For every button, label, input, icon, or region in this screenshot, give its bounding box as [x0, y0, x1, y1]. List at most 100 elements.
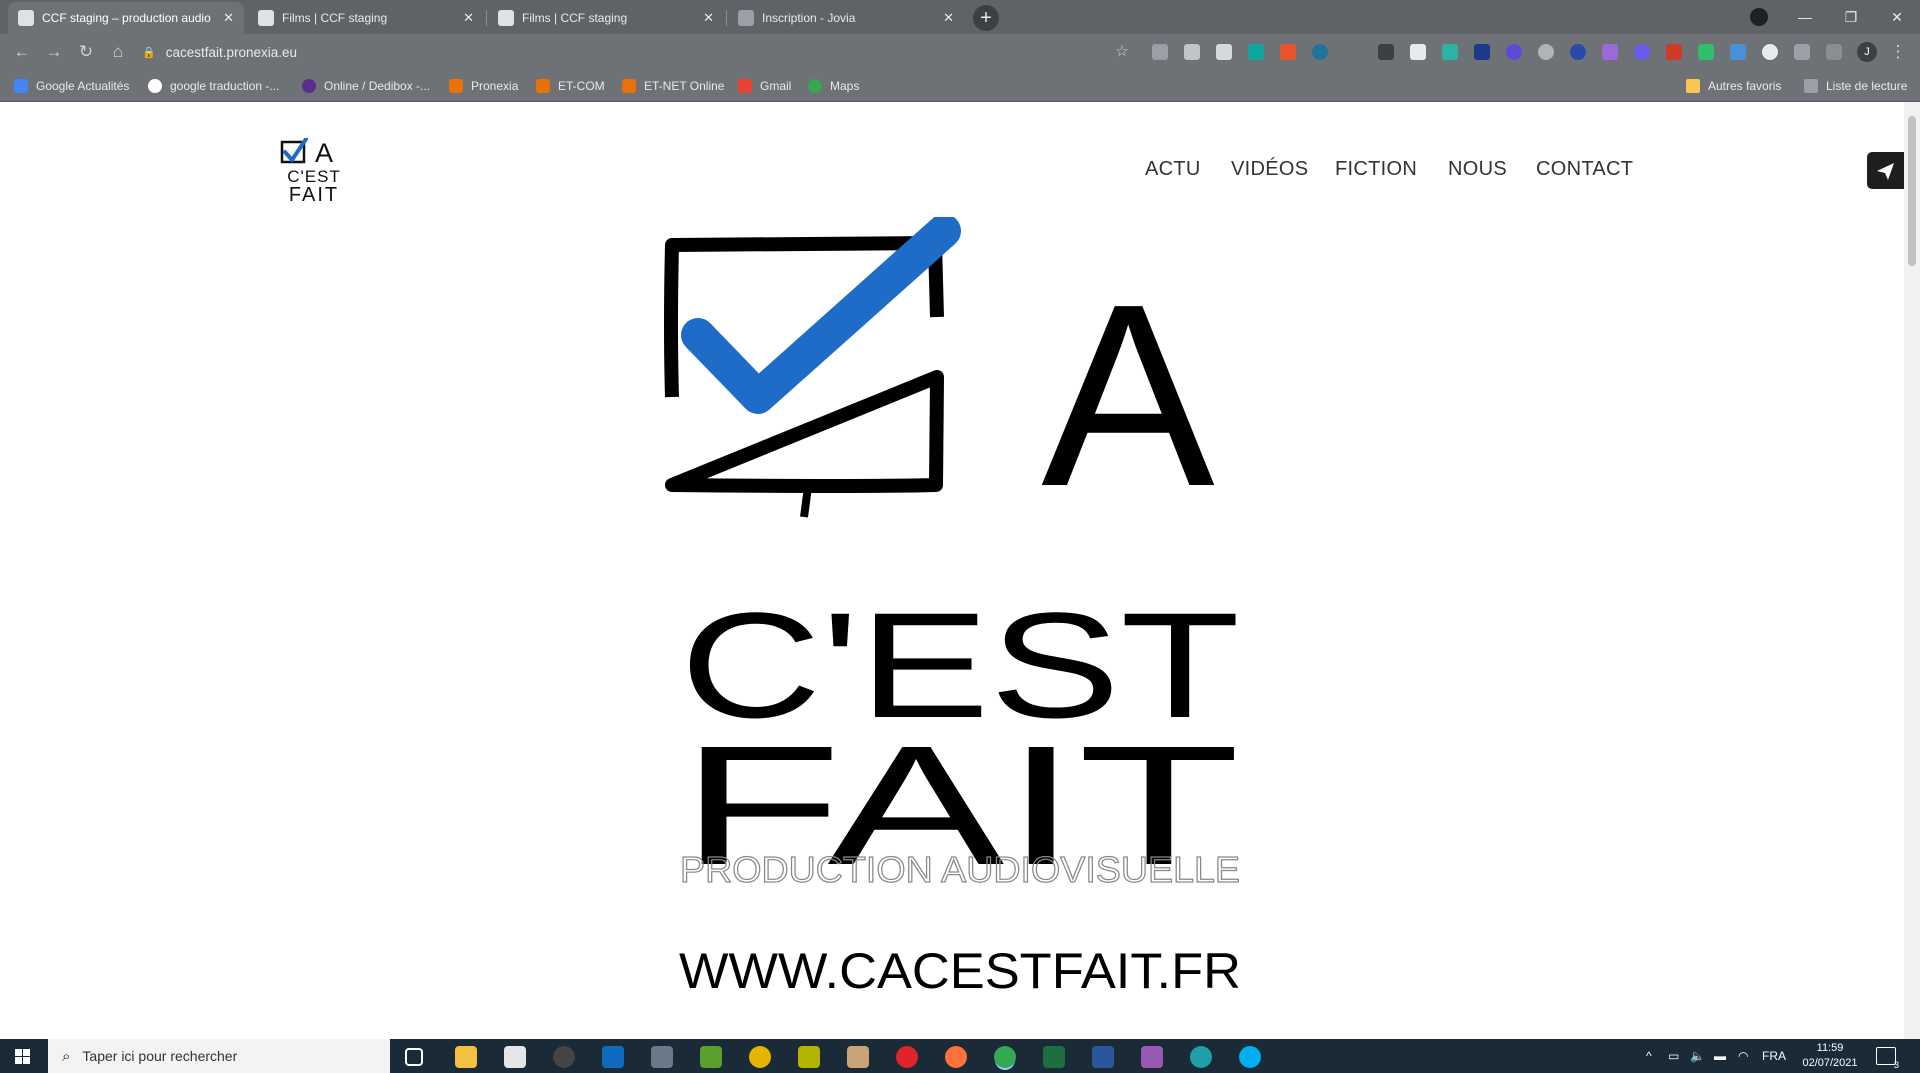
excel-icon[interactable] — [1043, 1046, 1065, 1068]
hero-tagline: PRODUCTION AUDIOVISUELLE — [680, 849, 1240, 890]
bookmark-et-com[interactable]: ET-COM — [536, 70, 605, 102]
nav-fiction[interactable]: FICTION — [1335, 158, 1417, 181]
profile-avatar[interactable]: J — [1857, 42, 1877, 62]
notepad-icon[interactable] — [700, 1046, 722, 1068]
task-view-icon[interactable] — [405, 1048, 423, 1066]
extension-icon[interactable] — [1216, 44, 1232, 60]
close-icon[interactable]: ✕ — [223, 10, 234, 26]
bookmark-label: Gmail — [760, 79, 792, 93]
close-icon[interactable]: ✕ — [943, 10, 954, 26]
tab-separator — [726, 10, 727, 26]
puzzle-icon[interactable] — [1794, 44, 1810, 60]
windows-start-icon[interactable] — [0, 1039, 46, 1073]
app-icon[interactable] — [1141, 1046, 1163, 1068]
bookmark-gmail[interactable]: Gmail — [738, 70, 791, 102]
new-tab-button[interactable]: + — [973, 5, 999, 31]
restore-icon[interactable]: ❐ — [1828, 3, 1874, 31]
home-icon[interactable]: ⌂ — [106, 40, 130, 64]
menu-kebab-icon[interactable]: ⋮ — [1886, 40, 1910, 64]
extension-icon[interactable] — [1762, 44, 1778, 60]
extension-icon[interactable] — [1570, 44, 1586, 60]
app-icon[interactable] — [553, 1046, 575, 1068]
bookmark-maps[interactable]: Maps — [808, 70, 859, 102]
other-bookmarks-folder[interactable]: Autres favoris — [1686, 70, 1781, 102]
site-favicon-icon — [258, 10, 274, 26]
bookmark-et-net-online[interactable]: ET-NET Online — [622, 70, 724, 102]
forward-icon[interactable]: → — [42, 40, 66, 64]
send-button[interactable] — [1867, 152, 1904, 189]
close-icon[interactable]: ✕ — [703, 10, 714, 26]
app-icon[interactable] — [847, 1046, 869, 1068]
skype-icon[interactable] — [1239, 1046, 1261, 1068]
search-icon: ⌕ — [62, 1047, 71, 1065]
word-icon[interactable] — [1092, 1046, 1114, 1068]
extension-icon[interactable] — [1442, 44, 1458, 60]
tab-ccf-staging[interactable]: CCF staging – production audio ✕ — [8, 2, 244, 34]
extension-icon[interactable] — [1410, 44, 1426, 60]
opera-icon[interactable] — [896, 1046, 918, 1068]
bookmark-label: Pronexia — [471, 79, 519, 93]
reading-list[interactable]: Liste de lecture — [1804, 70, 1907, 102]
bookmark-google-actualites[interactable]: Google Actualités — [14, 70, 129, 102]
extension-icon[interactable] — [1538, 44, 1554, 60]
bookmark-google-traduction[interactable]: google traduction -... — [148, 70, 279, 102]
extension-icon[interactable] — [1184, 44, 1200, 60]
search-placeholder: Taper ici pour rechercher — [82, 1048, 238, 1064]
file-explorer-icon[interactable] — [455, 1046, 477, 1068]
nav-videos[interactable]: VIDÉOS — [1231, 158, 1308, 181]
notification-center-icon[interactable]: 3 — [1876, 1047, 1899, 1070]
reload-icon[interactable]: ↻ — [74, 40, 98, 64]
page-scrollbar[interactable] — [1904, 102, 1920, 1039]
chrome-icon[interactable] — [994, 1046, 1016, 1068]
close-icon[interactable]: ✕ — [463, 10, 474, 26]
input-language[interactable]: FRA — [1762, 1039, 1786, 1073]
firefox-icon[interactable] — [945, 1046, 967, 1068]
tray-chevron-icon[interactable]: ^ — [1646, 1039, 1652, 1073]
bookmark-online-dedibox[interactable]: Online / Dedibox -... — [302, 70, 430, 102]
wordpress-icon[interactable] — [1312, 44, 1328, 60]
address-bar[interactable]: 🔒 cacestfait.pronexia.eu — [142, 38, 1142, 66]
scrollbar-thumb[interactable] — [1908, 116, 1916, 266]
tab-inscription-jovia[interactable]: Inscription - Jovia ✕ — [728, 2, 964, 34]
extension-icon[interactable] — [1730, 44, 1746, 60]
tab-films-2[interactable]: Films | CCF staging ✕ — [488, 2, 724, 34]
extension-icon[interactable] — [1248, 44, 1264, 60]
edge-icon[interactable] — [1190, 1046, 1212, 1068]
battery-icon[interactable]: ▬ — [1714, 1039, 1726, 1073]
extension-icon[interactable] — [1152, 44, 1168, 60]
extension-icon[interactable] — [1666, 44, 1682, 60]
extension-icon[interactable] — [1474, 44, 1490, 60]
window-close-icon[interactable]: ✕ — [1874, 3, 1920, 31]
lock-icon[interactable]: 🔒 — [142, 46, 156, 59]
extension-icon[interactable] — [1602, 44, 1618, 60]
back-icon[interactable]: ← — [10, 40, 34, 64]
taskbar-clock[interactable]: 11:59 02/07/2021 — [1790, 1041, 1870, 1071]
nav-nous[interactable]: NOUS — [1448, 158, 1507, 181]
tray-app-icon[interactable]: ▭ — [1668, 1039, 1679, 1073]
bookmark-star-icon[interactable]: ☆ — [1110, 40, 1134, 64]
tab-films-1[interactable]: Films | CCF staging ✕ — [248, 2, 484, 34]
extension-icon[interactable] — [1698, 44, 1714, 60]
store-icon[interactable] — [504, 1046, 526, 1068]
app-icon[interactable] — [749, 1046, 771, 1068]
extension-icon[interactable] — [1634, 44, 1650, 60]
tab-search-icon[interactable] — [1750, 8, 1768, 26]
nav-actu[interactable]: ACTU — [1145, 158, 1201, 181]
bookmark-label: ET-COM — [558, 79, 605, 93]
extension-icon[interactable] — [1378, 44, 1394, 60]
bookmark-label: google traduction -... — [170, 79, 280, 93]
wifi-icon[interactable]: ◠ — [1738, 1039, 1748, 1073]
app-icon[interactable] — [651, 1046, 673, 1068]
volume-icon[interactable]: 🔈 — [1690, 1039, 1705, 1073]
outlook-icon[interactable] — [602, 1046, 624, 1068]
nav-contact[interactable]: CONTACT — [1536, 158, 1633, 181]
extension-icon[interactable] — [1506, 44, 1522, 60]
extension-icon[interactable] — [1280, 44, 1296, 60]
minimize-icon[interactable]: — — [1782, 3, 1828, 31]
taskbar-search-box[interactable]: ⌕ Taper ici pour rechercher — [48, 1039, 390, 1073]
bookmarks-bar: Google Actualités google traduction -...… — [0, 70, 1920, 102]
bookmark-pronexia[interactable]: Pronexia — [449, 70, 518, 102]
site-logo[interactable]: A C'EST FAIT — [280, 138, 348, 204]
cast-icon[interactable] — [1826, 44, 1842, 60]
app-icon[interactable] — [798, 1046, 820, 1068]
